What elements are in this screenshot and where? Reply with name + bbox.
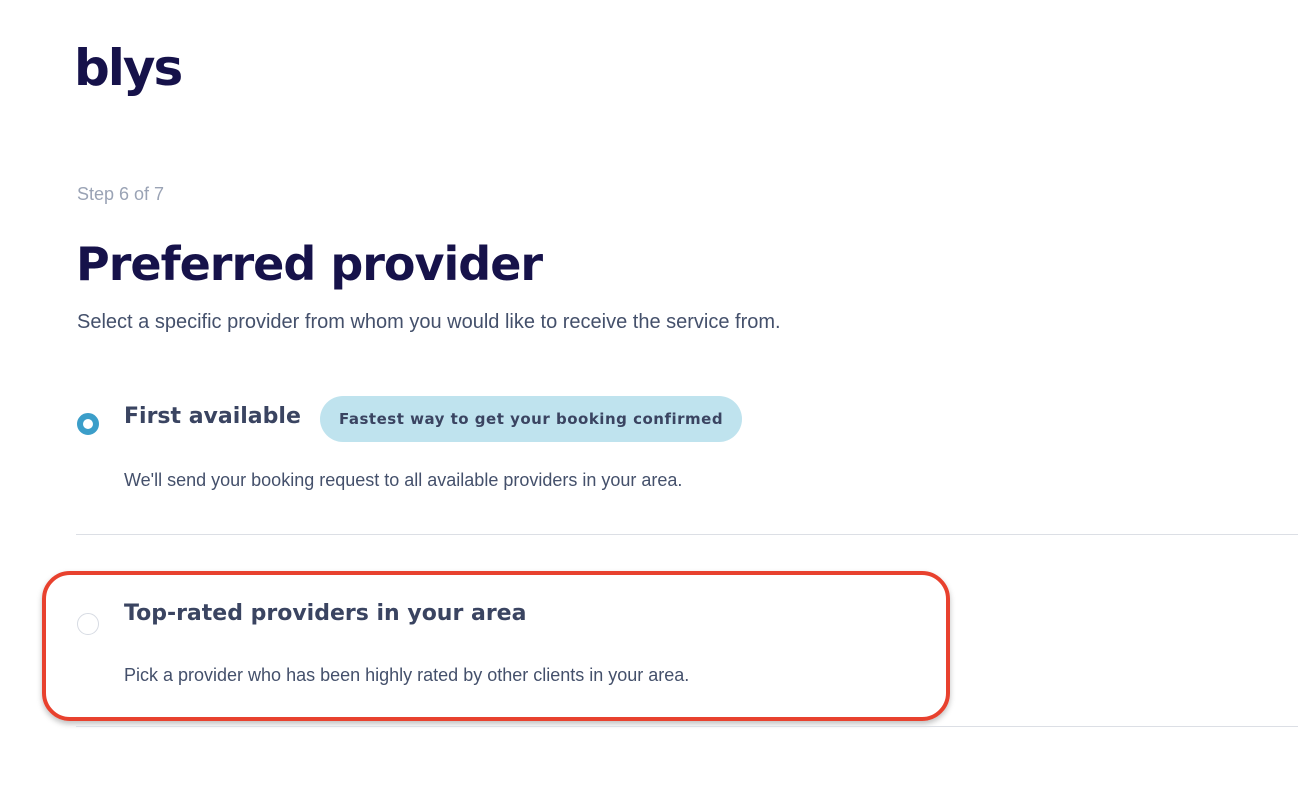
blys-logo[interactable]: blys bbox=[74, 38, 183, 98]
option-title-top-rated[interactable]: Top-rated providers in your area bbox=[124, 601, 526, 626]
highlight-annotation bbox=[42, 571, 950, 721]
divider bbox=[76, 534, 1298, 535]
page-title: Preferred provider bbox=[76, 237, 543, 291]
option-description-top-rated: Pick a provider who has been highly rate… bbox=[124, 665, 690, 685]
divider bbox=[76, 726, 1298, 727]
fastest-badge: Fastest way to get your booking confirme… bbox=[320, 396, 743, 442]
option-description-first-available: We'll send your booking request to all a… bbox=[124, 470, 683, 490]
option-title-first-available[interactable]: First available bbox=[124, 404, 301, 429]
step-indicator: Step 6 of 7 bbox=[77, 184, 165, 204]
radio-first-available[interactable] bbox=[77, 413, 99, 435]
radio-top-rated[interactable] bbox=[77, 613, 99, 635]
page-subtitle: Select a specific provider from whom you… bbox=[77, 311, 781, 333]
